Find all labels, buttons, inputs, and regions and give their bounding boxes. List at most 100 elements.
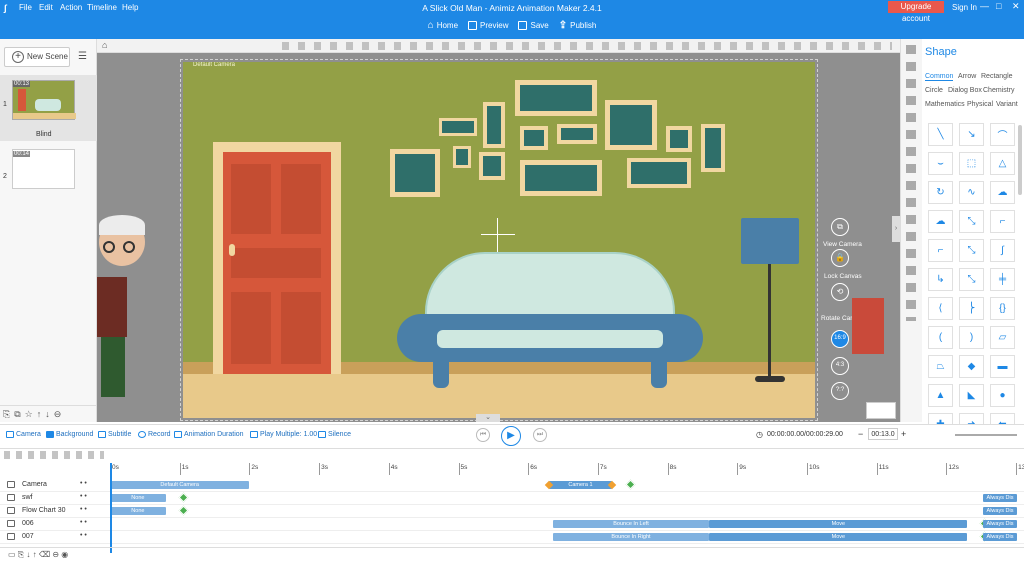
ratio-custom-button[interactable]: ?:? — [831, 382, 849, 400]
play-multiple-toggle[interactable]: Play Multiple: 1.00 — [250, 431, 317, 438]
timeline-collapse-handle[interactable]: ⌄ — [476, 414, 500, 422]
shape-item[interactable]: ◆ — [959, 355, 984, 378]
star-icon[interactable]: ☆ — [25, 409, 33, 419]
add-keyframe-button[interactable] — [178, 492, 189, 503]
time-decrement-button[interactable]: − — [858, 429, 863, 439]
animation-bar[interactable]: None — [110, 507, 166, 515]
animation-bar[interactable]: Bounce In Right — [552, 533, 710, 541]
shape-item[interactable]: ↘ — [959, 123, 984, 146]
publish-button[interactable]: ⇪ Publish — [559, 20, 597, 31]
new-scene-button[interactable]: + New Scene — [4, 47, 70, 67]
shape-item[interactable]: ↻ — [928, 181, 953, 204]
track-visibility-toggles[interactable]: • • — [80, 519, 87, 526]
ratio-16-9-button[interactable]: 16:9 — [831, 330, 849, 348]
play-button[interactable]: ▶ — [501, 426, 521, 446]
maximize-button[interactable]: □ — [996, 1, 1001, 11]
panel-collapse-handle[interactable]: › — [892, 216, 900, 242]
lock-canvas-button[interactable]: 🔒 — [831, 249, 849, 267]
cat-arrow[interactable]: Arrow — [958, 73, 976, 80]
shape-item[interactable]: ⏢ — [928, 355, 953, 378]
add-keyframe-button[interactable] — [178, 505, 189, 516]
subtitle-toggle[interactable]: Subtitle — [98, 431, 131, 438]
animation-bar[interactable]: Camera 1 — [549, 481, 612, 489]
shape-item[interactable]: ) — [959, 326, 984, 349]
move-up-icon[interactable]: ↑ — [37, 409, 42, 419]
move-down-icon[interactable]: ↓ — [45, 409, 50, 419]
shape-item[interactable]: ⤡ — [959, 268, 984, 291]
old-man-character[interactable] — [97, 215, 157, 405]
add-keyframe-button[interactable] — [625, 479, 636, 490]
previous-frame-button[interactable]: ⏮ — [476, 428, 490, 442]
upgrade-account-button[interactable]: Upgrade account — [888, 1, 944, 23]
silence-toggle[interactable]: Silence — [318, 431, 351, 438]
delete-icon[interactable]: ⊖ — [54, 409, 62, 419]
cat-circle[interactable]: Circle — [925, 87, 943, 94]
cat-chemistry[interactable]: Chemistry — [983, 87, 1015, 94]
copy-scene-icon[interactable]: ⧉ — [14, 409, 20, 419]
cat-physical[interactable]: Physical — [967, 101, 993, 108]
shape-item[interactable]: ( — [928, 326, 953, 349]
cat-variant[interactable]: Variant — [996, 101, 1018, 108]
minimize-button[interactable]: — — [980, 1, 989, 11]
shape-item[interactable]: ╲ — [928, 123, 953, 146]
shape-item[interactable]: ↳ — [928, 268, 953, 291]
shape-item[interactable]: ◣ — [959, 384, 984, 407]
animation-bar[interactable]: Move — [709, 520, 968, 528]
scene-item-1[interactable]: 1 00:13 Blind — [0, 75, 97, 141]
minimap[interactable] — [866, 402, 896, 419]
shape-item[interactable]: △ — [990, 152, 1015, 175]
cat-mathematics[interactable]: Mathematics — [925, 101, 965, 108]
animation-bar[interactable]: Move — [709, 533, 968, 541]
always-display-bar[interactable]: Always Dis — [983, 507, 1017, 515]
next-frame-button[interactable]: ⏭ — [533, 428, 547, 442]
animation-bar[interactable]: None — [110, 494, 166, 502]
shape-item[interactable]: ⌐ — [928, 239, 953, 262]
shape-panel-scrollbar[interactable] — [1018, 125, 1022, 195]
animation-duration-toggle[interactable]: Animation Duration — [174, 431, 244, 438]
track-visibility-toggles[interactable]: • • — [80, 493, 87, 500]
time-increment-button[interactable]: + — [901, 429, 906, 439]
shape-item[interactable]: ☁ — [990, 181, 1015, 204]
save-button[interactable]: Save — [518, 20, 549, 31]
shape-item[interactable]: ● — [990, 384, 1015, 407]
shape-item[interactable]: ∫ — [990, 239, 1015, 262]
camera-toggle[interactable]: Camera — [6, 431, 41, 438]
sign-in-link[interactable]: Sign In — [952, 3, 977, 12]
align-tools[interactable] — [282, 42, 892, 50]
track-visibility-toggles[interactable]: • • — [80, 506, 87, 513]
timeline-track-0[interactable]: Camera • • Default Camera Camera 1 — [0, 479, 1024, 492]
scene-item-2[interactable]: 2 00:14 — [0, 147, 97, 207]
view-camera-button[interactable]: ⧉ — [831, 218, 849, 236]
home-button[interactable]: ⌂ Home — [428, 20, 458, 31]
background-toggle[interactable]: Background — [46, 431, 93, 438]
always-display-bar[interactable]: Always Dis — [983, 520, 1017, 528]
timeline-track-1[interactable]: swf • • None Always Dis — [0, 492, 1024, 505]
shape-item[interactable]: ⬚ — [959, 152, 984, 175]
shape-item[interactable]: ▬ — [990, 355, 1015, 378]
ratio-4-3-button[interactable]: 4:3 — [831, 357, 849, 375]
shape-item[interactable]: ⌐ — [990, 210, 1015, 233]
timeline-track-2[interactable]: Flow Chart 30 • • None Always Dis — [0, 505, 1024, 518]
timeline-track-4[interactable]: 007 • • Bounce In Right Move Always Dis — [0, 531, 1024, 544]
shape-item[interactable]: ⟨ — [928, 297, 953, 320]
timeline-ruler[interactable]: 0s 1s 2s 3s 4s 5s 6s 7s 8s 9s 10s 11s 12s 13s — [0, 449, 1024, 475]
shape-item[interactable]: ⌣ — [928, 152, 953, 175]
cat-dialog-box[interactable]: Dialog Box — [948, 87, 982, 94]
shape-item[interactable]: ⤡ — [959, 210, 984, 233]
timeline-track-3[interactable]: 006 • • Bounce In Left Move Always Dis — [0, 518, 1024, 531]
track-visibility-toggles[interactable]: • • — [80, 480, 87, 487]
animation-bar[interactable]: Default Camera — [110, 481, 250, 489]
cat-common[interactable]: Common — [925, 73, 954, 81]
rotate-canvas-button[interactable]: ⟲ — [831, 283, 849, 301]
scene-list-settings-icon[interactable]: ☰ — [78, 51, 87, 62]
track-visibility-toggles[interactable]: • • — [80, 532, 87, 539]
canvas-home-icon[interactable]: ⌂ — [102, 40, 107, 50]
shape-item[interactable]: {} — [990, 297, 1015, 320]
shape-item[interactable]: ▲ — [928, 384, 953, 407]
footer-tool-icons[interactable]: ▭ ⎘ ↓ ↑ ⌫ ⊖ ◉ — [8, 550, 68, 560]
shape-item[interactable]: ☁ — [928, 210, 953, 233]
playhead[interactable] — [110, 463, 112, 553]
shape-item[interactable]: ⎬ — [959, 297, 984, 320]
shape-item[interactable]: ⌒ — [990, 123, 1015, 146]
animation-bar[interactable]: Bounce In Left — [552, 520, 710, 528]
